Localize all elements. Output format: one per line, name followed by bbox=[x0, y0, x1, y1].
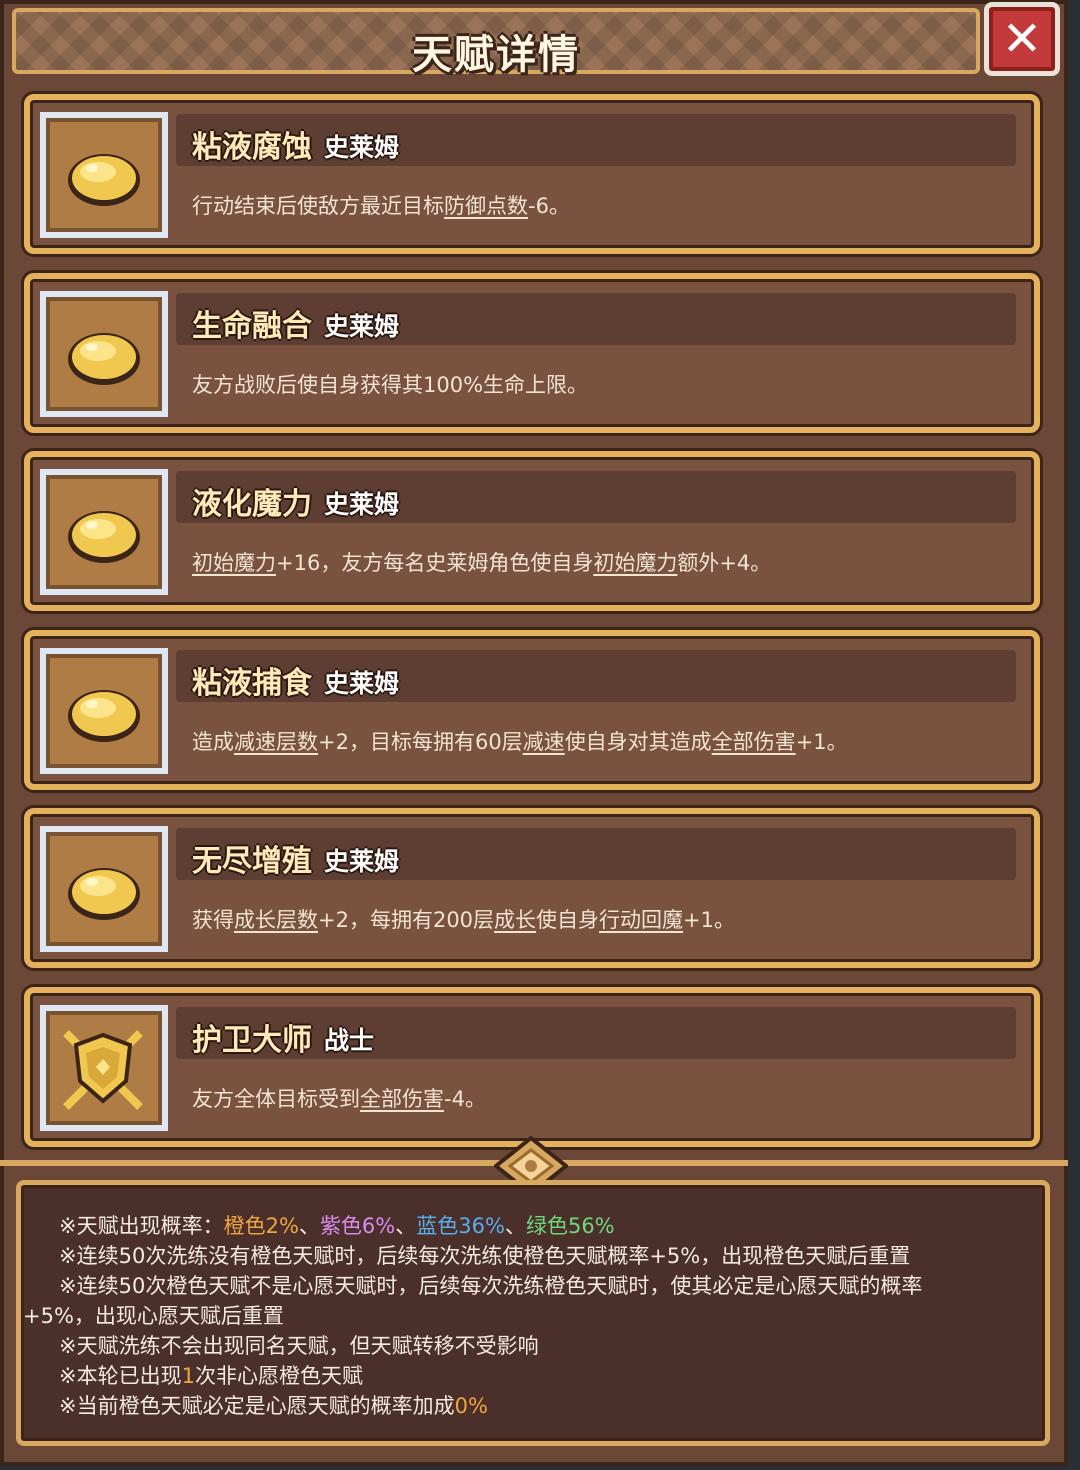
probability-info: ※天赋出现概率：橙色2%、紫色6%、蓝色36%、绿色56% ※连续50次洗练没有… bbox=[16, 1180, 1050, 1446]
rate-purple: 紫色6% bbox=[319, 1214, 396, 1238]
slime-icon bbox=[40, 290, 168, 417]
wish-bonus: 0% bbox=[454, 1394, 488, 1418]
talent-class: 史莱姆 bbox=[324, 490, 400, 519]
description-text: 使自身对其造成 bbox=[564, 729, 712, 754]
talent-name-bar: 无尽增殖 史莱姆 bbox=[176, 828, 1016, 880]
description-text: 额外+4。 bbox=[677, 551, 772, 575]
description-text: 友方全体目标受到 bbox=[192, 1086, 360, 1111]
description-text: -6。 bbox=[528, 194, 570, 218]
talent-card[interactable]: 粘液捕食 史莱姆造成减速层数+2，目标每拥有60层减速使自身对其造成全部伤害+1。 bbox=[24, 629, 1040, 790]
page-title: 天赋详情 bbox=[412, 32, 580, 78]
description-text: 使自身 bbox=[536, 908, 600, 932]
talent-class: 史莱姆 bbox=[324, 133, 400, 162]
slime-icon bbox=[40, 469, 168, 595]
info-line-count: ※本轮已出现1次非心愿橙色天赋 bbox=[59, 1361, 1045, 1391]
keyword-link[interactable]: 减速层数 bbox=[234, 730, 318, 754]
keyword-link[interactable]: 防御点数 bbox=[444, 194, 528, 218]
description-text: +1。 bbox=[683, 908, 736, 932]
rate-green: 绿色56% bbox=[525, 1214, 615, 1238]
talent-name: 粘液捕食 bbox=[192, 665, 312, 701]
description-text: +16，友方每名史莱姆角色使自身 bbox=[276, 551, 594, 575]
separator: 、 bbox=[395, 1214, 417, 1238]
description-text: +2，目标每拥有60层 bbox=[318, 729, 523, 754]
talent-card[interactable]: 无尽增殖 史莱姆获得成长层数+2，每拥有200层成长使自身行动回魔+1。 bbox=[24, 808, 1040, 968]
talent-name: 无尽增殖 bbox=[192, 844, 312, 879]
keyword-link[interactable]: 行动回魔 bbox=[599, 908, 683, 932]
talent-class: 史莱姆 bbox=[324, 668, 400, 698]
info-line-transfer: ※天赋洗练不会出现同名天赋，但天赋转移不受影响 bbox=[59, 1334, 539, 1358]
shield-icon bbox=[40, 1004, 168, 1131]
keyword-link[interactable]: 全部伤害 bbox=[712, 730, 796, 754]
talent-name: 粘液腐蚀 bbox=[192, 130, 312, 165]
talent-name-bar: 生命融合 史莱姆 bbox=[176, 292, 1016, 345]
talent-description: 友方战败后使自身获得其100%生命上限。 bbox=[192, 369, 1012, 399]
info-text: ※本轮已出现 bbox=[59, 1364, 182, 1388]
info-text: 次非心愿橙色天赋 bbox=[194, 1364, 363, 1388]
talent-description: 获得成长层数+2，每拥有200层成长使自身行动回魔+1。 bbox=[192, 904, 1012, 934]
info-line-bonus: ※当前橙色天赋必定是心愿天赋的概率加成0% bbox=[59, 1391, 1045, 1421]
talent-name: 护卫大师 bbox=[192, 1022, 312, 1058]
description-text: -4。 bbox=[444, 1086, 486, 1111]
talent-card[interactable]: 护卫大师 战士友方全体目标受到全部伤害-4。 bbox=[24, 986, 1040, 1147]
talent-class: 战士 bbox=[324, 1025, 375, 1055]
keyword-link[interactable]: 成长层数 bbox=[234, 908, 318, 932]
talent-description: 行动结束后使敌方最近目标防御点数-6。 bbox=[192, 190, 1012, 220]
description-text: 友方战败后使自身获得其100%生命上限。 bbox=[192, 372, 589, 397]
info-text: ※当前橙色天赋必定是心愿天赋的概率加成 bbox=[59, 1394, 455, 1418]
separator: 、 bbox=[504, 1214, 526, 1238]
info-line-wish: ※连续50次橙色天赋不是心愿天赋时，后续每次洗练橙色天赋时，使其必定是心愿天赋的… bbox=[59, 1274, 923, 1298]
talent-name-bar: 粘液腐蚀 史莱姆 bbox=[176, 114, 1016, 166]
talent-card[interactable]: 粘液腐蚀 史莱姆行动结束后使敌方最近目标防御点数-6。 bbox=[24, 94, 1040, 254]
description-text: 造成 bbox=[192, 729, 234, 754]
keyword-link[interactable]: 减速 bbox=[523, 730, 565, 754]
talent-card[interactable]: 液化魔力 史莱姆 初始魔力+16，友方每名史莱姆角色使自身初始魔力额外+4。 bbox=[24, 451, 1040, 611]
talent-description: 造成减速层数+2，目标每拥有60层减速使自身对其造成全部伤害+1。 bbox=[192, 726, 1012, 756]
info-text: ※天赋出现概率： bbox=[59, 1214, 224, 1238]
info-line-pity: ※连续50次洗练没有橙色天赋时，后续每次洗练使橙色天赋概率+5%，出现橙色天赋后… bbox=[59, 1244, 911, 1268]
talent-card[interactable]: 生命融合 史莱姆友方战败后使自身获得其100%生命上限。 bbox=[24, 272, 1040, 433]
info-line-wish-cont: +5%，出现心愿天赋后重置 bbox=[23, 1304, 284, 1328]
keyword-link[interactable]: 初始魔力 bbox=[192, 551, 276, 575]
close-button[interactable]: ✕ bbox=[984, 2, 1060, 76]
slime-icon bbox=[40, 826, 168, 952]
close-icon: ✕ bbox=[1001, 11, 1043, 67]
talent-description: 友方全体目标受到全部伤害-4。 bbox=[192, 1083, 1012, 1113]
talent-class: 史莱姆 bbox=[324, 311, 400, 341]
info-line-rates: ※天赋出现概率：橙色2%、紫色6%、蓝色36%、绿色56% bbox=[59, 1211, 1045, 1241]
talent-name: 生命融合 bbox=[192, 308, 312, 344]
slime-icon bbox=[40, 112, 168, 238]
rate-orange: 橙色2% bbox=[223, 1214, 299, 1238]
nonwish-count: 1 bbox=[181, 1364, 195, 1388]
separator: 、 bbox=[298, 1214, 320, 1238]
slime-icon bbox=[40, 647, 168, 774]
description-text: +1。 bbox=[795, 729, 848, 754]
keyword-link[interactable]: 成长 bbox=[494, 908, 536, 932]
talent-class: 史莱姆 bbox=[324, 847, 400, 876]
talent-name-bar: 液化魔力 史莱姆 bbox=[176, 471, 1016, 523]
keyword-link[interactable]: 初始魔力 bbox=[593, 551, 677, 575]
title-bar: 天赋详情 bbox=[12, 8, 980, 78]
talent-name: 液化魔力 bbox=[192, 487, 312, 522]
talent-name-bar: 粘液捕食 史莱姆 bbox=[176, 649, 1016, 702]
description-text: 获得 bbox=[192, 908, 234, 932]
keyword-link[interactable]: 全部伤害 bbox=[360, 1087, 444, 1111]
rate-blue: 蓝色36% bbox=[416, 1214, 505, 1238]
talent-description: 初始魔力+16，友方每名史莱姆角色使自身初始魔力额外+4。 bbox=[192, 547, 1012, 577]
description-text: +2，每拥有200层 bbox=[318, 908, 495, 932]
talent-list: 粘液腐蚀 史莱姆 行动结束后使敌方最近目标防御点数-6。 生命融合 史莱姆 友方战败后使自… bbox=[24, 94, 1040, 1165]
talent-name-bar: 护卫大师 战士 bbox=[176, 1006, 1016, 1059]
description-text: 行动结束后使敌方最近目标 bbox=[192, 194, 444, 218]
